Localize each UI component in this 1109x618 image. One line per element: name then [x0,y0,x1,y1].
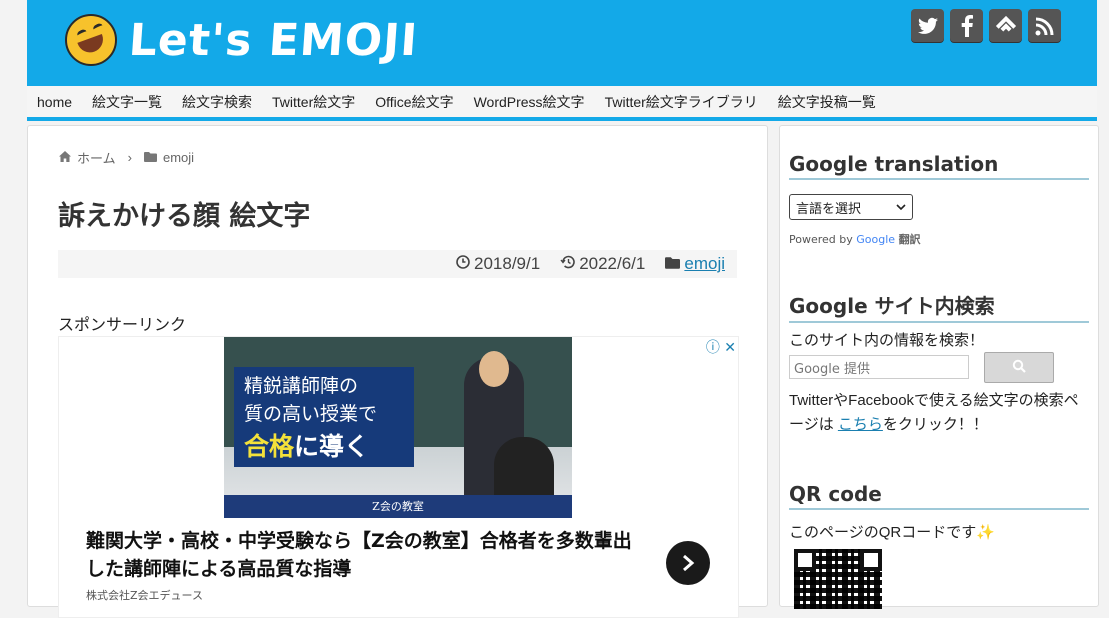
nav-item-emoji-list[interactable]: 絵文字一覧 [82,92,172,112]
ad-unit[interactable]: ⓘ ✕ 精鋭講師陣の 質の高い授業で 合格に導く Z会の教室 難関大学・高校・中… [58,336,739,618]
ad-advertiser: 株式会社Z会エデュース [86,589,203,602]
google-logo: Google [856,233,896,246]
nav-item-office-emoji[interactable]: Office絵文字 [365,92,463,112]
feedly-icon[interactable] [989,9,1022,42]
folder-icon [143,150,157,165]
nav-item-emoji-posts[interactable]: 絵文字投稿一覧 [768,92,886,112]
ad-image-footer: Z会の教室 [224,495,572,518]
category-link[interactable]: emoji [684,254,725,274]
updated-date-text: 2022/6/1 [579,254,646,273]
nav-item-wordpress-emoji[interactable]: WordPress絵文字 [464,92,595,112]
nav-item-emoji-search[interactable]: 絵文字検索 [172,92,262,112]
post-category: emoji [665,254,725,274]
ad-image-line-1: 精鋭講師陣の [244,375,359,397]
page-title: 訴えかける顔 絵文字 [58,201,311,232]
published-date: 2018/9/1 [456,254,540,274]
site-header: Let's EMOJI [27,0,1097,86]
breadcrumb-category-link[interactable]: emoji [163,150,194,165]
qr-widget-title: QR code [789,482,1089,510]
site-search-button[interactable] [984,352,1054,383]
site-search-description: このサイト内の情報を検索！ [789,332,985,349]
site-search-widget-title: Google サイト内検索 [789,290,1089,323]
global-nav: home 絵文字一覧 絵文字検索 Twitter絵文字 Office絵文字 Wo… [27,86,1097,121]
breadcrumb-home-link[interactable]: ホーム [77,148,116,167]
language-select[interactable]: 言語を選択 [789,194,913,220]
translate-link[interactable]: 翻訳 [899,233,921,246]
ad-image-line-2: 質の高い授業で [244,403,378,425]
laughing-emoji-icon [65,14,117,66]
translation-widget-title: Google translation [789,152,1089,180]
published-date-text: 2018/9/1 [474,254,541,273]
sponsor-label: スポンサーリンク [58,317,187,334]
qr-code-image [794,549,882,609]
search-icon [1012,359,1026,377]
rss-icon[interactable] [1028,9,1061,42]
logo-text[interactable]: Let's EMOJI [127,15,419,66]
nav-item-home[interactable]: home [27,94,82,110]
emoji-search-note: TwitterやFacebookで使える絵文字の検索ページは こちらをクリック！… [789,392,1079,433]
chevron-down-icon [896,200,906,215]
post-meta: 2018/9/1 2022/6/1 emoji [58,250,737,278]
social-links [911,9,1061,42]
language-select-value: 言語を選択 [796,201,862,217]
breadcrumb: ホーム › emoji [59,148,194,167]
main-content: ホーム › emoji 訴えかける顔 絵文字 2018/9/1 2022/6/1… [27,125,768,618]
history-icon [560,254,575,274]
updated-date: 2022/6/1 [560,254,645,274]
emoji-search-page-link[interactable]: こちら [838,416,883,433]
ad-choices-close-icon[interactable]: ⓘ ✕ [706,337,736,357]
nav-item-twitter-emoji[interactable]: Twitter絵文字 [262,92,365,112]
sidebar: Google translation 言語を選択 Powered by Goog… [779,125,1099,609]
nav-item-twitter-emoji-library[interactable]: Twitter絵文字ライブラリ [595,92,768,112]
ad-image[interactable]: 精鋭講師陣の 質の高い授業で 合格に導く Z会の教室 [224,337,572,518]
folder-icon [665,254,681,274]
ad-headline[interactable]: 難関大学・高校・中学受験なら【Z会の教室】合格者を多数輩出した講師陣による高品質… [86,527,646,583]
facebook-icon[interactable] [950,9,983,42]
site-logo[interactable]: Let's EMOJI [65,14,420,66]
qr-description: このページのQRコードです✨ [789,524,995,541]
clock-icon [456,254,470,274]
site-search-input[interactable]: Google 提供 [789,355,969,379]
breadcrumb-separator: › [127,150,132,165]
chevron-right-icon[interactable] [666,541,710,585]
twitter-icon[interactable] [911,9,944,42]
ad-image-line-3: 合格に導く [244,432,370,461]
powered-by-google: Powered by Google 翻訳 [789,233,921,246]
home-icon [59,150,71,165]
